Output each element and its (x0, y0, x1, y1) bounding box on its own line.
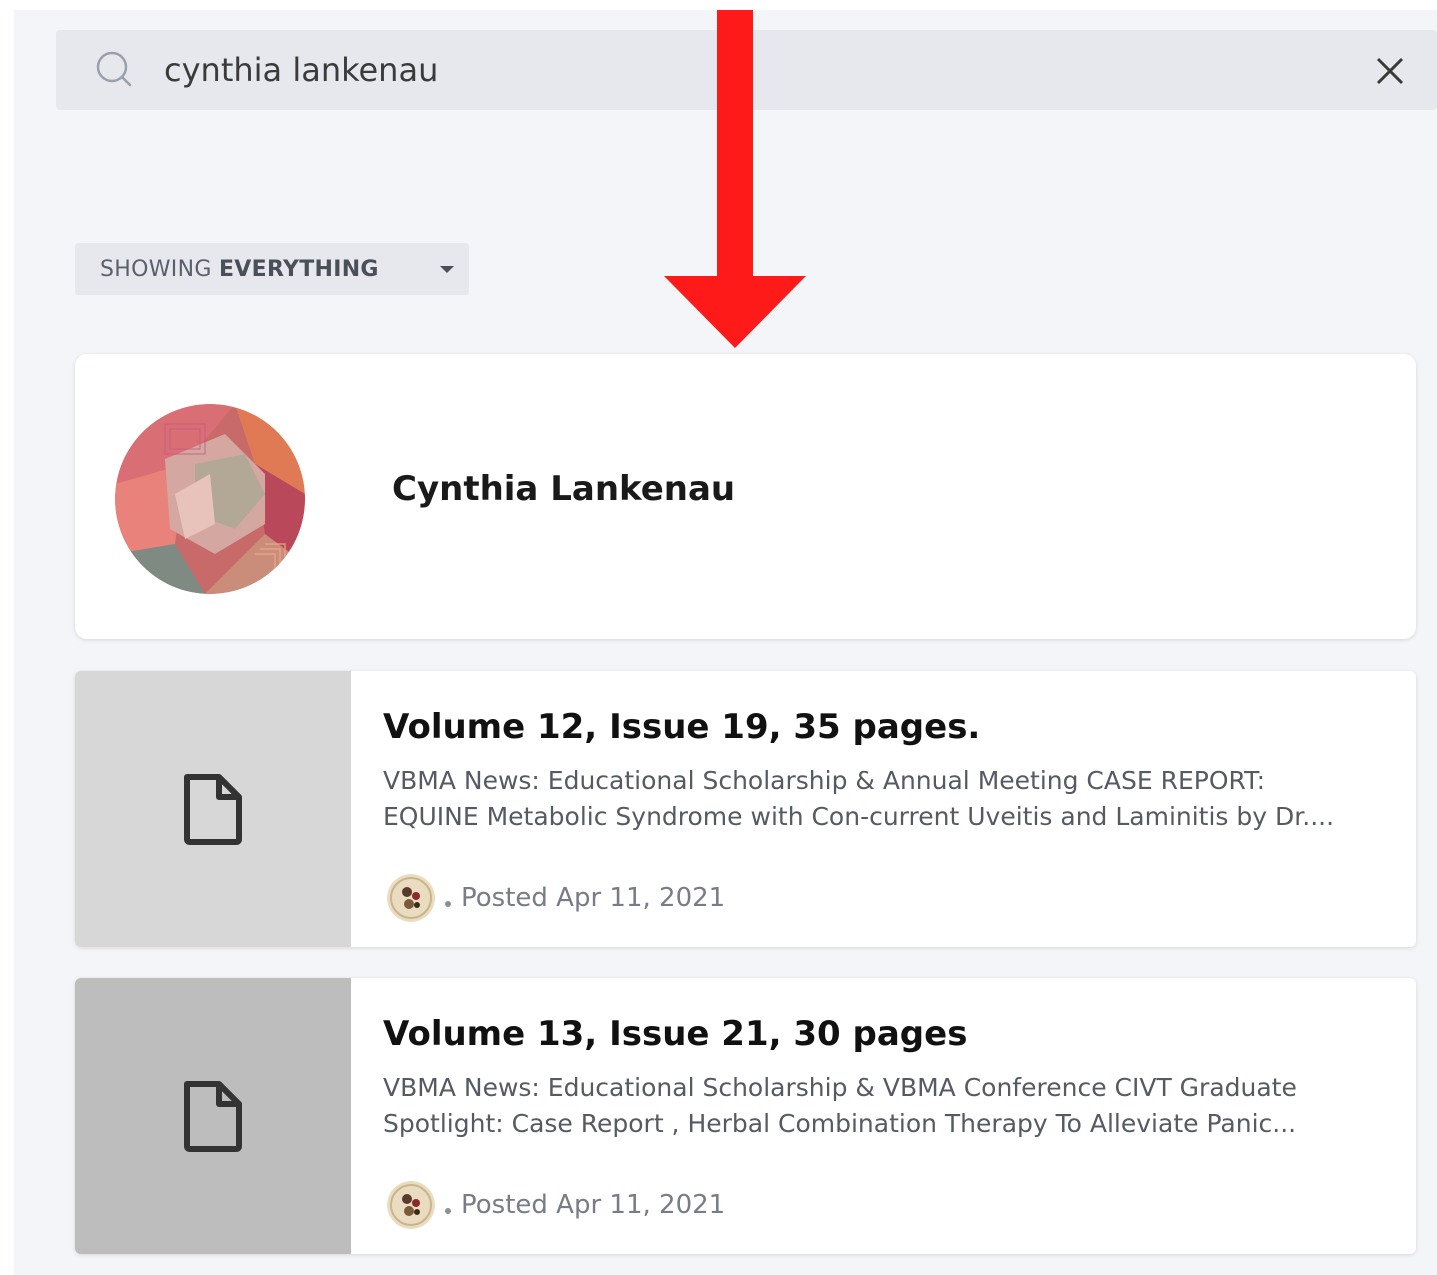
document-result-card[interactable]: Volume 12, Issue 19, 35 pages. VBMA News… (75, 671, 1416, 947)
excerpt-line: VBMA News: Educational Scholarship & Ann… (383, 766, 1266, 795)
author-avatar[interactable] (387, 1181, 435, 1229)
excerpt-line: EQUINE Metabolic Syndrome with Con-curre… (383, 802, 1335, 831)
document-title[interactable]: Volume 13, Issue 21, 30 pages (383, 1014, 967, 1054)
document-meta: Posted Apr 11, 2021 (387, 1180, 725, 1230)
meta-separator (445, 1208, 451, 1214)
excerpt-line: VBMA News: Educational Scholarship & VBM… (383, 1073, 1297, 1102)
person-name[interactable]: Cynthia Lankenau (392, 469, 735, 509)
search-panel: SHOWING EVERYTHING (14, 10, 1437, 1275)
excerpt-line: Spotlight: Case Report , Herbal Combinat… (383, 1109, 1297, 1138)
person-result-card[interactable]: Cynthia Lankenau (75, 354, 1416, 639)
posted-date: Posted Apr 11, 2021 (461, 883, 726, 913)
document-meta: Posted Apr 11, 2021 (387, 873, 725, 923)
document-thumbnail (75, 671, 351, 947)
document-thumbnail (75, 978, 351, 1254)
document-excerpt: VBMA News: Educational Scholarship & VBM… (383, 1070, 1297, 1142)
avatar (115, 404, 305, 594)
author-avatar[interactable] (387, 874, 435, 922)
chevron-down-icon (440, 266, 454, 273)
search-icon (96, 51, 132, 87)
filter-prefix: SHOWING (100, 257, 219, 282)
filter-dropdown[interactable]: SHOWING EVERYTHING (75, 243, 469, 295)
file-icon (184, 1081, 242, 1152)
file-icon (184, 774, 242, 845)
meta-separator (445, 901, 451, 907)
posted-date: Posted Apr 11, 2021 (461, 1190, 726, 1220)
filter-selected: EVERYTHING (218, 257, 379, 282)
document-title[interactable]: Volume 12, Issue 19, 35 pages. (383, 707, 980, 747)
filter-label: SHOWING EVERYTHING (100, 257, 379, 282)
document-excerpt: VBMA News: Educational Scholarship & Ann… (383, 763, 1335, 835)
close-icon[interactable] (1374, 55, 1406, 87)
red-arrow-down-icon (664, 10, 806, 348)
document-result-card[interactable]: Volume 13, Issue 21, 30 pages VBMA News:… (75, 978, 1416, 1254)
